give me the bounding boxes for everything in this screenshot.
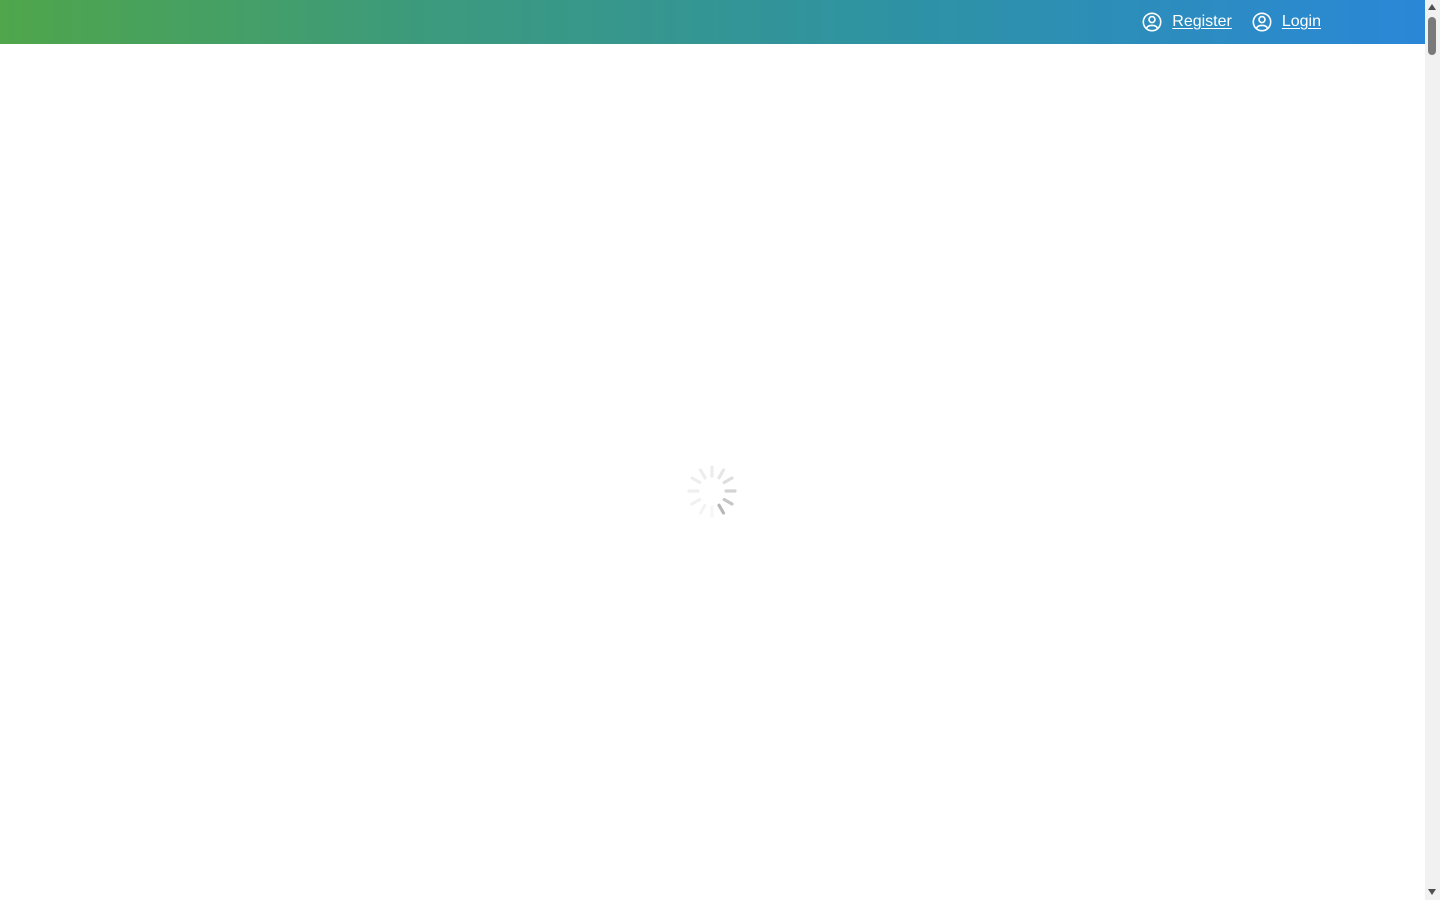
user-circle-icon — [1142, 12, 1162, 32]
auth-navigation: Register Login — [1142, 0, 1321, 44]
login-link[interactable]: Login — [1252, 12, 1321, 32]
scroll-down-icon[interactable] — [1428, 889, 1436, 895]
scroll-up-icon[interactable] — [1428, 4, 1436, 10]
loading-spinner-icon — [680, 463, 744, 527]
scrollbar-thumb[interactable] — [1428, 17, 1436, 55]
register-link[interactable]: Register — [1142, 12, 1232, 32]
top-navigation-bar: Register Login — [0, 0, 1425, 44]
user-circle-icon — [1252, 12, 1272, 32]
vertical-scrollbar[interactable] — [1425, 0, 1440, 900]
register-label[interactable]: Register — [1172, 13, 1232, 31]
page: Register Login — [0, 0, 1440, 900]
login-label[interactable]: Login — [1282, 13, 1321, 31]
